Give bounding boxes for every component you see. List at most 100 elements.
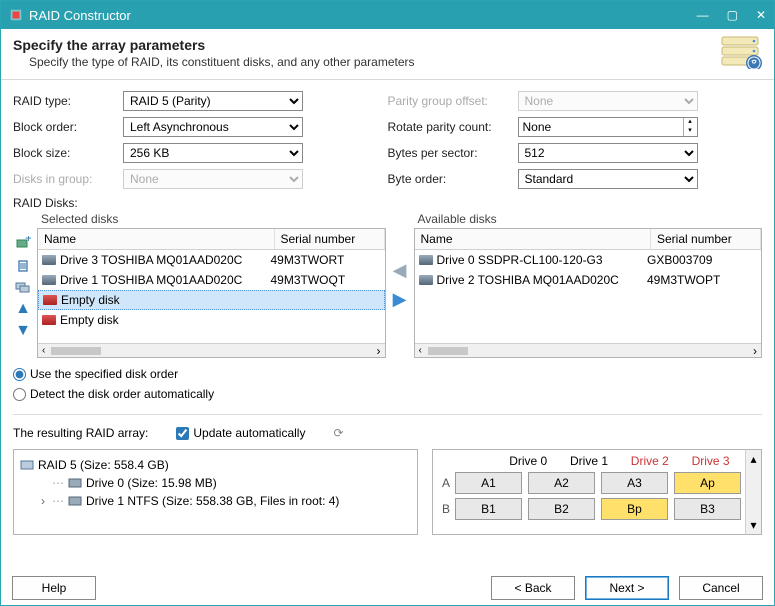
col-serial[interactable]: Serial number xyxy=(275,229,385,249)
block-size-label: Block size: xyxy=(13,146,123,160)
back-button[interactable]: < Back xyxy=(491,576,575,600)
disk-icon xyxy=(419,275,433,285)
update-auto-checkbox[interactable] xyxy=(176,427,189,440)
matrix-header: Drive 1 xyxy=(559,454,620,468)
move-right-icon[interactable]: ▶ xyxy=(393,289,407,310)
radio-auto-label: Detect the disk order automatically xyxy=(30,387,214,401)
available-disks-panel: Name Serial number Drive 0 SSDPR-CL100-1… xyxy=(414,228,763,358)
matrix-row-label: B xyxy=(437,502,455,516)
hscrollbar[interactable]: ‹› xyxy=(38,343,385,357)
matrix-cell: B1 xyxy=(455,498,522,520)
step-up-icon[interactable]: ▴ xyxy=(683,118,697,127)
tree-root: RAID 5 (Size: 558.4 GB) xyxy=(38,458,169,472)
disk-name: Drive 2 TOSHIBA MQ01AAD020C xyxy=(437,273,619,287)
titlebar[interactable]: RAID Constructor — ▢ ✕ xyxy=(1,1,774,29)
disk-serial: 49M3TWOPT xyxy=(647,273,757,287)
matrix-cell: A2 xyxy=(528,472,595,494)
bytes-sector-select[interactable]: 512 xyxy=(518,143,698,163)
disk-name: Drive 0 SSDPR-CL100-120-G3 xyxy=(437,253,603,267)
disk-name: Empty disk xyxy=(60,313,119,327)
matrix-cell: A1 xyxy=(455,472,522,494)
minimize-button[interactable]: — xyxy=(697,8,709,22)
col-serial[interactable]: Serial number xyxy=(651,229,761,249)
matrix-cell: B3 xyxy=(674,498,741,520)
disk-icon xyxy=(42,275,56,285)
wizard-header: Specify the array parameters Specify the… xyxy=(1,29,774,80)
disk-serial: 49M3TWOQT xyxy=(271,273,381,287)
update-auto-label: Update automatically xyxy=(193,426,305,440)
move-down-icon[interactable]: ▼ xyxy=(13,322,33,340)
disk-icon xyxy=(42,255,56,265)
matrix-row-label: A xyxy=(437,476,455,490)
byte-order-label: Byte order: xyxy=(388,172,518,186)
cancel-button[interactable]: Cancel xyxy=(679,576,763,600)
radio-auto-order[interactable] xyxy=(13,388,26,401)
resulting-array-label: The resulting RAID array: xyxy=(13,426,148,440)
matrix-cell: Bp xyxy=(601,498,668,520)
close-button[interactable]: ✕ xyxy=(756,8,766,22)
matrix-cell: B2 xyxy=(528,498,595,520)
maximize-button[interactable]: ▢ xyxy=(727,8,738,22)
table-row[interactable]: Drive 2 TOSHIBA MQ01AAD020C 49M3TWOPT xyxy=(415,270,762,290)
matrix-row: BB1 B2 Bp B3 xyxy=(437,498,741,520)
disk-name: Drive 3 TOSHIBA MQ01AAD020C xyxy=(60,253,242,267)
duplicate-disk-icon[interactable] xyxy=(13,278,33,296)
raid-stack-icon xyxy=(720,35,764,72)
vscrollbar[interactable]: ▴▾ xyxy=(745,450,761,534)
warn-icon xyxy=(42,315,56,325)
disk-name: Drive 1 TOSHIBA MQ01AAD020C xyxy=(60,273,242,287)
hscrollbar[interactable]: ‹› xyxy=(415,343,762,357)
page-title: Specify the array parameters xyxy=(13,37,762,53)
selected-disks-panel: Name Serial number Drive 3 TOSHIBA MQ01A… xyxy=(37,228,386,358)
drive-icon xyxy=(68,496,82,506)
matrix-cell: A3 xyxy=(601,472,668,494)
matrix-header: Drive 0 xyxy=(498,454,559,468)
table-row[interactable]: Drive 0 SSDPR-CL100-120-G3 GXB003709 xyxy=(415,250,762,270)
matrix-header: Drive 2 xyxy=(619,454,680,468)
byte-order-select[interactable]: Standard xyxy=(518,169,698,189)
step-down-icon[interactable]: ▾ xyxy=(683,127,697,136)
matrix-header: Drive 3 xyxy=(680,454,741,468)
table-row[interactable]: Empty disk xyxy=(38,310,385,330)
footer: Help < Back Next > Cancel xyxy=(0,576,775,600)
add-disk-icon[interactable]: + xyxy=(13,234,33,252)
block-order-label: Block order: xyxy=(13,120,123,134)
help-button[interactable]: Help xyxy=(12,576,96,600)
page-subtitle: Specify the type of RAID, its constituen… xyxy=(13,55,762,69)
block-order-select[interactable]: Left Asynchronous xyxy=(123,117,303,137)
raid-icon xyxy=(20,459,34,471)
disks-in-group-label: Disks in group: xyxy=(13,172,123,186)
raid-disks-label: RAID Disks: xyxy=(13,196,762,210)
tree-item: Drive 1 NTFS (Size: 558.38 GB, Files in … xyxy=(86,494,339,508)
expand-icon[interactable]: › xyxy=(38,494,48,508)
drive-icon xyxy=(68,478,82,488)
move-up-icon[interactable]: ▲ xyxy=(13,300,33,318)
raid-type-select[interactable]: RAID 5 (Parity) xyxy=(123,91,303,111)
available-disks-title: Available disks xyxy=(414,212,763,228)
selected-disks-title: Selected disks xyxy=(37,212,386,228)
table-row[interactable]: Drive 3 TOSHIBA MQ01AAD020C 49M3TWORT xyxy=(38,250,385,270)
radio-specified-order[interactable] xyxy=(13,368,26,381)
matrix-cell: Ap xyxy=(674,472,741,494)
disk-serial: 49M3TWORT xyxy=(271,253,381,267)
table-row[interactable]: Empty disk xyxy=(38,290,385,310)
app-icon xyxy=(9,8,23,22)
raid-type-label: RAID type: xyxy=(13,94,123,108)
next-button[interactable]: Next > xyxy=(585,576,669,600)
block-size-select[interactable]: 256 KB xyxy=(123,143,303,163)
radio-specified-label: Use the specified disk order xyxy=(30,367,178,381)
remove-disk-icon[interactable] xyxy=(13,256,33,274)
result-tree[interactable]: RAID 5 (Size: 558.4 GB) ⋯Drive 0 (Size: … xyxy=(13,449,418,535)
tree-item: Drive 0 (Size: 15.98 MB) xyxy=(86,476,217,490)
disk-toolbar: + ▲ ▼ xyxy=(13,212,37,358)
rotate-parity-stepper[interactable]: None▴▾ xyxy=(518,117,698,137)
refresh-icon[interactable]: ⟳ xyxy=(333,426,343,440)
col-name[interactable]: Name xyxy=(38,229,275,249)
bytes-sector-label: Bytes per sector: xyxy=(388,146,518,160)
col-name[interactable]: Name xyxy=(415,229,652,249)
warn-icon xyxy=(43,295,57,305)
move-left-icon[interactable]: ◀ xyxy=(393,260,407,281)
disk-serial: GXB003709 xyxy=(647,253,757,267)
table-row[interactable]: Drive 1 TOSHIBA MQ01AAD020C 49M3TWOQT xyxy=(38,270,385,290)
disks-in-group-select: None xyxy=(123,169,303,189)
